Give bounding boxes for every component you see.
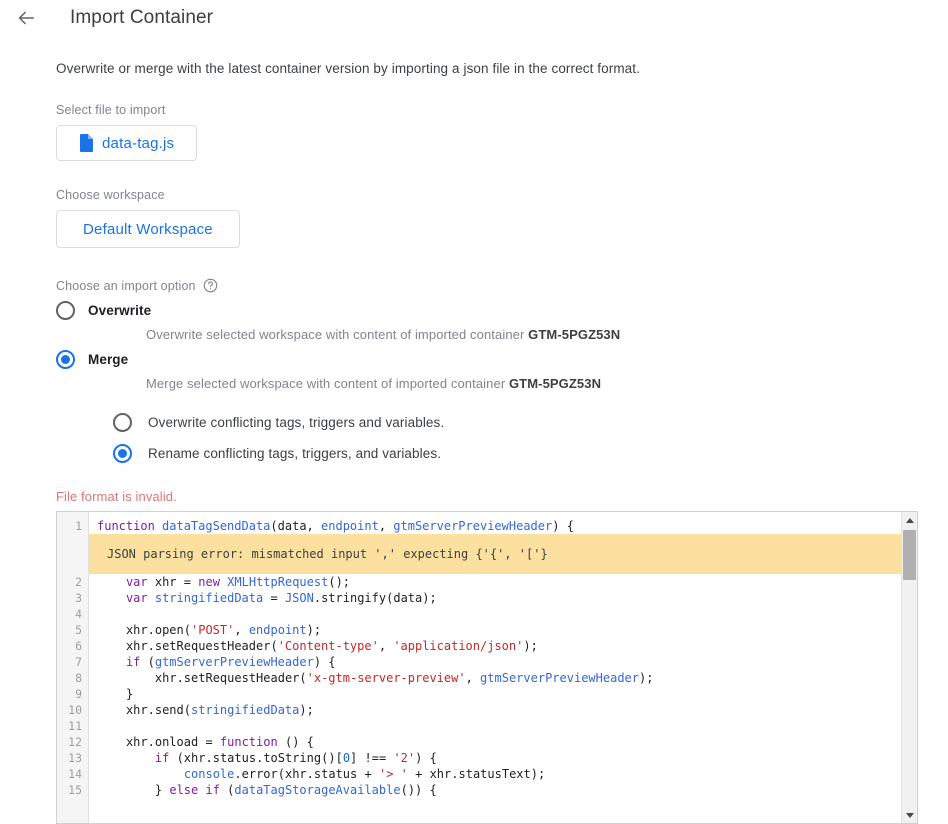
code-line: console.error(xhr.status + '> ' + xhr.st…: [183, 767, 546, 781]
code-line: var stringifiedData = JSON.stringify(dat…: [125, 591, 437, 605]
code-line: var xhr = new XMLHttpRequest();: [125, 575, 351, 589]
page-title: Import Container: [70, 7, 214, 28]
main-content: Overwrite or merge with the latest conta…: [0, 61, 948, 824]
radio-overwrite-desc-text: Overwrite selected workspace with conten…: [146, 327, 529, 342]
selected-file-chip[interactable]: data-tag.js: [56, 125, 198, 161]
radio-rename-conflicting[interactable]: [113, 444, 132, 463]
radio-rename-conflicting-label: Rename conflicting tags, triggers, and v…: [148, 446, 442, 461]
line-number: 5: [75, 623, 82, 637]
radio-merge-description: Merge selected workspace with content of…: [146, 376, 918, 391]
radio-merge-container-id: GTM-5PGZ53N: [508, 376, 602, 391]
line-number: 10: [68, 703, 82, 717]
radio-overwrite-conflicting-label: Overwrite conflicting tags, triggers and…: [148, 415, 445, 430]
import-option-header: Choose an import option: [56, 278, 918, 293]
page-header: Import Container: [0, 0, 948, 36]
radio-overwrite-label: Overwrite: [88, 303, 152, 318]
code-line: xhr.open('POST', endpoint);: [125, 623, 322, 637]
radio-overwrite[interactable]: [56, 301, 75, 320]
code-line: if (xhr.status.toString()[0] !== '2') {: [154, 751, 437, 765]
radio-merge-desc-text: Merge selected workspace with content of…: [146, 376, 509, 391]
line-number: 15: [68, 783, 82, 797]
code-line: xhr.onload = function () {: [125, 735, 314, 749]
help-circle-icon[interactable]: [203, 278, 218, 293]
choose-workspace-label: Choose workspace: [56, 188, 165, 202]
radio-overwrite-description: Overwrite selected workspace with conten…: [146, 327, 918, 342]
line-number: 13: [68, 751, 82, 765]
radio-overwrite-conflicting[interactable]: [113, 413, 132, 432]
line-number: 14: [68, 767, 82, 781]
code-line: }: [125, 687, 134, 701]
radio-row-rename-conflicting[interactable]: Rename conflicting tags, triggers, and v…: [113, 444, 918, 463]
line-number-spacer: [57, 534, 88, 574]
code-line: xhr.setRequestHeader('Content-type', 'ap…: [125, 639, 538, 653]
workspace-name: Default Workspace: [83, 220, 213, 238]
code-line: xhr.send(stringifiedData);: [125, 703, 314, 717]
line-number: 12: [68, 735, 82, 749]
line-number: 6: [75, 639, 82, 653]
line-number: 7: [75, 655, 82, 669]
scroll-down-arrow-icon[interactable]: [902, 807, 917, 823]
scrollbar-thumb[interactable]: [903, 530, 916, 580]
scroll-up-arrow-icon[interactable]: [902, 512, 917, 528]
line-number: 1: [75, 519, 82, 533]
line-number: 8: [75, 671, 82, 685]
radio-merge-label: Merge: [88, 352, 129, 367]
radio-merge[interactable]: [56, 350, 75, 369]
select-file-label: Select file to import: [56, 103, 166, 117]
code-line: xhr.setRequestHeader('x-gtm-server-previ…: [154, 671, 654, 685]
line-number: 2: [75, 575, 82, 589]
selected-file-name: data-tag.js: [102, 134, 175, 152]
code-line: if (gtmServerPreviewHeader) {: [125, 655, 336, 669]
code-line: } else if (dataTagStorageAvailable()) {: [154, 783, 437, 797]
intro-text: Overwrite or merge with the latest conta…: [56, 61, 640, 76]
radio-row-merge[interactable]: Merge: [56, 350, 918, 369]
workspace-chip[interactable]: Default Workspace: [56, 210, 240, 248]
file-format-error: File format is invalid.: [56, 489, 177, 504]
code-line: function dataTagSendData(data, endpoint,…: [97, 519, 574, 533]
line-number: 9: [75, 687, 82, 701]
editor-vertical-scrollbar[interactable]: [901, 512, 917, 823]
line-number: 4: [75, 607, 82, 621]
editor-code-area[interactable]: function dataTagSendData(data, endpoint,…: [89, 512, 917, 823]
file-document-icon: [79, 134, 94, 152]
radio-overwrite-container-id: GTM-5PGZ53N: [528, 327, 621, 342]
radio-row-overwrite-conflicting[interactable]: Overwrite conflicting tags, triggers and…: [113, 413, 918, 432]
line-number: 3: [75, 591, 82, 605]
code-editor[interactable]: 1 2 3 4 5 6 7 8 9 10 11 12 13 14 15 function dataTagS…: [56, 511, 918, 824]
back-arrow-icon[interactable]: [14, 6, 38, 30]
merge-sub-options: Overwrite conflicting tags, triggers and…: [113, 413, 918, 463]
import-option-label: Choose an import option: [56, 278, 196, 293]
editor-gutter: 1 2 3 4 5 6 7 8 9 10 11 12 13 14 15: [57, 512, 89, 823]
json-parse-error-banner: JSON parsing error: mismatched input ','…: [89, 534, 917, 574]
line-number: 11: [68, 719, 82, 733]
radio-row-overwrite[interactable]: Overwrite: [56, 301, 918, 320]
